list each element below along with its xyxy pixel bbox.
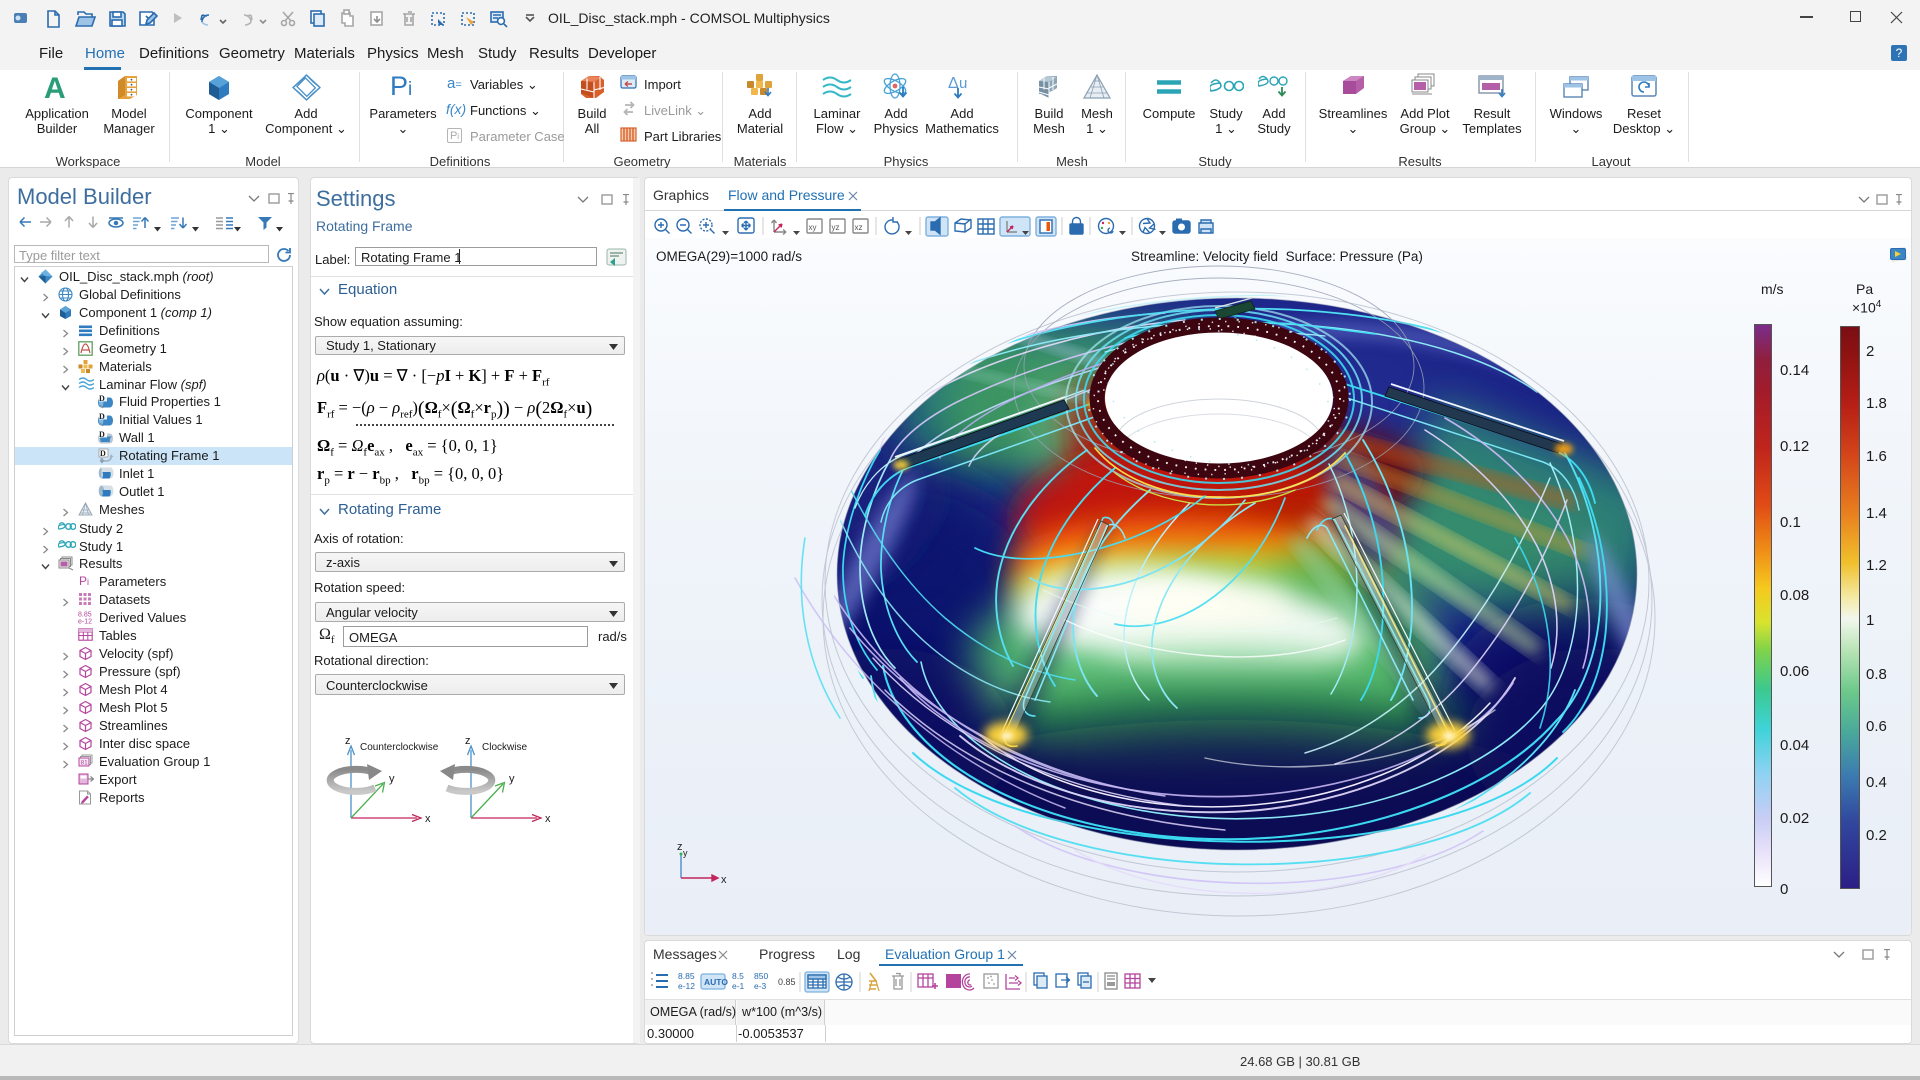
svg-text:x: x xyxy=(425,813,431,825)
svg-text:i: i xyxy=(87,577,89,587)
svg-text:x: x xyxy=(721,874,727,886)
svg-text:u: u xyxy=(959,75,967,92)
svg-text:D: D xyxy=(99,430,105,439)
svg-text:e-12: e-12 xyxy=(78,619,92,625)
svg-text:e-3: e-3 xyxy=(754,981,767,991)
svg-text:8.85: 8.85 xyxy=(678,971,695,981)
svg-text:z: z xyxy=(677,841,683,853)
svg-text:Counterclockwise: Counterclockwise xyxy=(360,742,439,753)
svg-text:D: D xyxy=(99,394,105,403)
svg-text:e-1: e-1 xyxy=(732,981,745,991)
svg-text:e-12: e-12 xyxy=(678,981,695,991)
svg-text:xy: xy xyxy=(809,223,817,232)
svg-text:y: y xyxy=(389,773,395,785)
svg-text:AUTO: AUTO xyxy=(704,977,728,987)
svg-text:8.85: 8.85 xyxy=(78,612,92,619)
svg-text:8.5: 8.5 xyxy=(732,971,744,981)
svg-text:850: 850 xyxy=(754,971,768,981)
svg-text:D: D xyxy=(99,412,105,421)
svg-text:z: z xyxy=(345,735,351,747)
svg-text:81: 81 xyxy=(81,760,89,767)
svg-text:y: y xyxy=(683,848,688,858)
svg-text:yz: yz xyxy=(832,223,840,232)
svg-text:0.85: 0.85 xyxy=(778,977,796,987)
svg-text:P: P xyxy=(79,574,87,588)
svg-text:Clockwise: Clockwise xyxy=(482,742,527,753)
svg-text:z: z xyxy=(465,735,471,747)
svg-text:x: x xyxy=(545,813,551,825)
svg-text:xz: xz xyxy=(855,223,863,232)
svg-text:D: D xyxy=(100,449,106,458)
svg-text:y: y xyxy=(509,773,515,785)
